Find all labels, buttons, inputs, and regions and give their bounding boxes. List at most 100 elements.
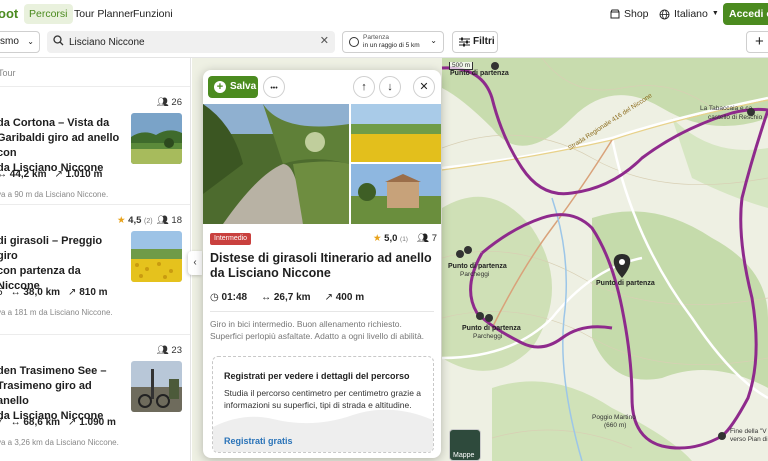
radius-label: Partenza: [363, 34, 390, 41]
map-label: castello di Reschio: [708, 114, 763, 121]
previous-tour-button[interactable]: ↑: [353, 76, 375, 98]
rating-count: (2): [144, 218, 153, 225]
top-nav: oot Percorsi Tour Planner Funzioni Shop …: [0, 0, 768, 28]
tour-thumbnail: [131, 231, 182, 282]
elevation-value: 810 m: [79, 287, 108, 298]
collapse-panel-button[interactable]: ‹: [188, 251, 202, 275]
map-layers-label: Mappe: [453, 452, 475, 459]
next-tour-button[interactable]: ↓: [379, 76, 401, 98]
tour-card[interactable]: ★ 4,5 (2) 👥︎ 18 di girasoli – Preggio gi…: [0, 204, 190, 322]
shop-icon: [610, 9, 620, 19]
language-select[interactable]: Italiano ▼: [659, 4, 719, 24]
shop-link[interactable]: Shop: [610, 4, 649, 24]
search-field[interactable]: ✕: [47, 31, 335, 53]
brand-logo[interactable]: oot: [0, 6, 18, 21]
register-link[interactable]: Registrati gratis: [224, 436, 293, 446]
save-button[interactable]: + Salva: [208, 76, 258, 98]
register-text: Studia il percorso centimetro per centim…: [224, 388, 422, 410]
tour-photos[interactable]: [203, 104, 441, 224]
elevation-icon: ↗: [68, 287, 77, 298]
tour-stats: 7 ↔ 68,6 km ↗ 1.090 m: [0, 417, 116, 428]
chevron-down-icon: ▼: [711, 10, 719, 17]
tour-list: Tour 👥︎ 26 da Cortona – Vista da Garibal…: [0, 58, 191, 461]
more-icon: •••: [270, 85, 278, 92]
tour-title[interactable]: di girasoli – Preggio giro con partenza …: [0, 234, 125, 294]
search-bar: smo ⌄ ✕ Partenza in un raggio di 5 km ⌄ …: [0, 28, 768, 58]
rating-count: (1): [400, 236, 408, 243]
rating-value: 5,0: [384, 233, 398, 244]
add-button[interactable]: +: [746, 31, 768, 53]
map-label: Poggio Martino: [592, 414, 636, 421]
tour-stats: 5 ↔ 38,0 km ↗ 810 m: [0, 287, 108, 298]
chevron-down-icon: ⌄: [27, 37, 34, 46]
users-count: 👥︎ 7: [417, 233, 437, 244]
radius-icon: [349, 37, 359, 47]
star-icon: ★: [117, 215, 126, 226]
tour-stats: ↔ 44,2 km ↗ 1.010 m: [0, 169, 102, 180]
divider: [210, 311, 434, 312]
filters-button[interactable]: Filtri: [452, 31, 498, 53]
sport-select[interactable]: smo ⌄: [0, 31, 40, 53]
map-label: verso Pian di: [730, 436, 768, 443]
users-value: 18: [171, 215, 182, 226]
map-label: Parcheggi: [460, 271, 490, 278]
elevation-icon: ↗: [324, 292, 333, 303]
map-label: Fine della "V: [730, 428, 767, 435]
register-title: Registrati per vedere i dettagli del per…: [224, 371, 410, 381]
distance-from-start: va a 181 m da Lisciano Niccone.: [0, 308, 113, 317]
login-button[interactable]: Accedi o r: [723, 3, 768, 25]
stats-prefix: 7: [0, 417, 3, 428]
users-icon: 👥︎: [417, 233, 430, 244]
elevation-value: 1.090 m: [79, 417, 116, 428]
distance-value: 44,2 km: [9, 169, 47, 180]
tour-title[interactable]: den Trasimeno See – Trasimeno giro ad an…: [0, 364, 125, 424]
start-radius-button[interactable]: Partenza in un raggio di 5 km ⌄: [342, 31, 444, 53]
filters-label: Filtri: [473, 36, 495, 47]
sliders-icon: [459, 37, 470, 47]
language-label: Italiano: [674, 8, 708, 20]
close-button[interactable]: ✕: [413, 76, 435, 98]
nav-tour-planner[interactable]: Tour Planner: [74, 4, 134, 24]
clock-icon: ◷: [210, 292, 219, 303]
nav-percorsi[interactable]: Percorsi: [24, 4, 73, 24]
tour-stats: ◷ 01:48 ↔ 26,7 km ↗ 400 m: [210, 292, 364, 303]
map-layers-button[interactable]: Mappe: [449, 429, 481, 461]
elevation-icon: ↗: [54, 169, 63, 180]
rating-value: 4,5: [128, 215, 142, 226]
users-value: 23: [171, 345, 182, 356]
distance-icon: ↔: [10, 417, 21, 428]
elevation-value: 1.010 m: [65, 169, 103, 180]
radius-value: in un raggio di 5 km: [363, 42, 420, 49]
tour-card[interactable]: 👥︎ 23 den Trasimeno See – Trasimeno giro…: [0, 334, 190, 452]
chevron-down-icon: ⌄: [430, 36, 437, 45]
elevation-value: 400 m: [335, 292, 365, 303]
distance-value: 38,0 km: [23, 287, 61, 298]
distance-icon: ↔: [10, 287, 21, 298]
users-icon: 👥︎: [156, 215, 169, 226]
arrow-down-icon: ↓: [387, 81, 393, 93]
nav-funzioni[interactable]: Funzioni: [133, 4, 173, 24]
tour-card[interactable]: 👥︎ 26 da Cortona – Vista da Garibaldi gi…: [0, 86, 190, 204]
map-label: La Tabaccaia e ca: [700, 105, 753, 112]
tour-title[interactable]: da Cortona – Vista da Garibaldi giro ad …: [0, 116, 125, 176]
map-label: Punto di partenza: [596, 280, 655, 287]
globe-icon: [659, 9, 670, 19]
map-label: Punto di partenza: [450, 70, 509, 77]
close-icon: ✕: [419, 81, 429, 93]
rating: ★ 4,5 (2): [117, 215, 153, 226]
users-count: 👥︎ 18: [157, 215, 182, 226]
clear-icon[interactable]: ✕: [320, 34, 329, 47]
distance-from-start: va a 3,26 km da Lisciano Niccone.: [0, 438, 119, 447]
search-input[interactable]: [69, 34, 309, 50]
difficulty-badge: Intermedio: [210, 233, 252, 245]
distance-value: 68,6 km: [23, 417, 61, 428]
star-icon: ★: [373, 233, 382, 244]
map-scale: 500 m: [449, 62, 474, 70]
more-button[interactable]: •••: [263, 76, 285, 98]
users-value: 26: [171, 97, 182, 108]
rating: ★ 5,0 (1): [373, 233, 408, 244]
sport-select-value: smo: [0, 36, 19, 47]
tour-thumbnail: [131, 113, 182, 164]
distance-from-start: va a 90 m da Lisciano Niccone.: [0, 190, 109, 199]
tour-title: Distese di girasoli Itinerario ad anello…: [210, 251, 432, 280]
